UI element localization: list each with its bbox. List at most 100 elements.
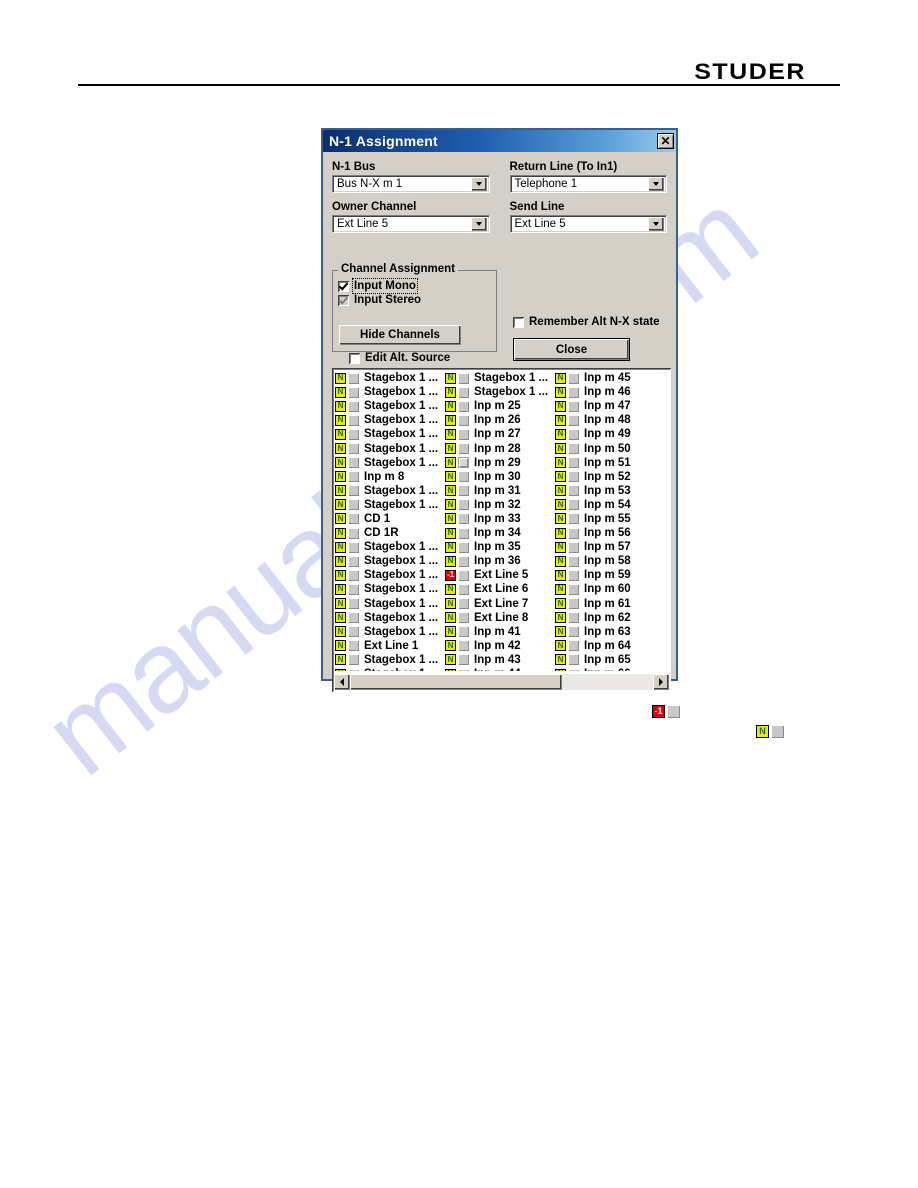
list-item[interactable]: N Inp m 26 xyxy=(445,413,555,427)
n-badge-icon[interactable]: N xyxy=(335,527,346,539)
n-badge-icon[interactable]: N xyxy=(445,457,456,469)
list-item[interactable]: N Inp m 49 xyxy=(555,427,665,441)
edit-alt-source-checkbox[interactable] xyxy=(349,352,360,364)
alt-source-box-icon[interactable] xyxy=(458,485,469,497)
alt-source-box-icon[interactable] xyxy=(458,414,469,426)
list-item[interactable]: N Inp m 54 xyxy=(555,498,665,512)
n-badge-icon[interactable]: N xyxy=(555,499,566,511)
n-badge-icon[interactable]: N xyxy=(555,386,566,398)
alt-source-box-icon[interactable] xyxy=(458,513,469,525)
alt-source-box-icon[interactable] xyxy=(568,499,579,511)
alt-source-box-icon[interactable] xyxy=(458,654,469,666)
alt-source-box-icon[interactable] xyxy=(348,640,359,652)
n-badge-icon[interactable]: N xyxy=(335,640,346,652)
alt-source-box-icon[interactable] xyxy=(458,583,469,595)
list-item[interactable]: N Inp m 55 xyxy=(555,512,665,526)
input-stereo-checkbox[interactable] xyxy=(338,294,349,306)
return-line-select[interactable]: Telephone 1 xyxy=(509,175,667,193)
alt-source-box-icon[interactable] xyxy=(568,654,579,666)
alt-source-box-icon[interactable] xyxy=(348,443,359,455)
n-badge-icon[interactable]: N xyxy=(335,471,346,483)
alt-source-box-icon[interactable] xyxy=(568,612,579,624)
list-item[interactable]: N Inp m 57 xyxy=(555,540,665,554)
list-item[interactable]: N Ext Line 6 xyxy=(445,582,555,596)
list-item[interactable]: N Inp m 50 xyxy=(555,441,665,455)
list-item[interactable]: N Inp m 51 xyxy=(555,456,665,470)
list-item[interactable]: N Stagebox 1 ... xyxy=(335,540,445,554)
alt-source-box-icon[interactable] xyxy=(568,555,579,567)
n-badge-icon[interactable]: N xyxy=(555,457,566,469)
alt-source-box-icon[interactable] xyxy=(568,414,579,426)
n-badge-icon[interactable]: N xyxy=(335,654,346,666)
n-badge-icon[interactable]: N xyxy=(445,400,456,412)
alt-source-box-icon[interactable] xyxy=(458,555,469,567)
alt-source-box-icon[interactable] xyxy=(348,414,359,426)
alt-source-box-icon[interactable] xyxy=(568,668,579,671)
n-badge-icon[interactable]: N xyxy=(445,541,456,553)
alt-source-box-icon[interactable] xyxy=(458,668,469,671)
alt-source-box-icon[interactable] xyxy=(348,372,359,384)
alt-source-box-icon[interactable] xyxy=(348,471,359,483)
list-item[interactable]: N Inp m 59 xyxy=(555,568,665,582)
alt-source-box-icon[interactable] xyxy=(348,386,359,398)
alt-source-box-icon[interactable] xyxy=(568,386,579,398)
n-badge-icon[interactable]: N xyxy=(335,372,346,384)
list-item[interactable]: N Inp m 43 xyxy=(445,653,555,667)
scroll-right-icon[interactable] xyxy=(653,674,669,690)
list-item[interactable]: N Inp m 48 xyxy=(555,413,665,427)
list-item[interactable]: N Stagebox 1 ... xyxy=(335,568,445,582)
n-badge-icon[interactable]: N xyxy=(445,640,456,652)
list-item[interactable]: N Inp m 36 xyxy=(445,554,555,568)
n-badge-icon[interactable]: N xyxy=(445,372,456,384)
alt-source-box-icon[interactable] xyxy=(568,428,579,440)
alt-source-box-icon[interactable] xyxy=(348,428,359,440)
alt-source-box-icon[interactable] xyxy=(458,626,469,638)
alt-source-box-icon[interactable] xyxy=(568,640,579,652)
remember-alt-row[interactable]: Remember Alt N-X state xyxy=(513,316,660,328)
chevron-down-icon[interactable] xyxy=(470,177,487,191)
n-badge-icon[interactable]: N xyxy=(445,428,456,440)
list-item[interactable]: N Stagebox 1 ... xyxy=(445,371,555,385)
scrollbar-thumb[interactable] xyxy=(350,674,563,690)
list-item[interactable]: N Inp m 33 xyxy=(445,512,555,526)
list-item[interactable]: N Inp m 65 xyxy=(555,653,665,667)
list-item[interactable]: N Inp m 29 xyxy=(445,456,555,470)
n-badge-icon[interactable]: N xyxy=(555,372,566,384)
list-item[interactable]: N Stagebox 1 ... xyxy=(335,441,445,455)
list-item[interactable]: N Inp m 35 xyxy=(445,540,555,554)
close-button[interactable]: Close xyxy=(513,338,630,361)
n-badge-icon[interactable]: N xyxy=(445,386,456,398)
alt-source-box-icon[interactable] xyxy=(568,527,579,539)
n-badge-icon[interactable]: N xyxy=(555,414,566,426)
alt-source-box-icon[interactable] xyxy=(568,541,579,553)
alt-source-box-icon[interactable] xyxy=(348,400,359,412)
alt-source-box-icon[interactable] xyxy=(458,527,469,539)
alt-source-box-icon[interactable] xyxy=(348,485,359,497)
n-badge-icon[interactable]: N xyxy=(445,414,456,426)
alt-source-box-icon[interactable] xyxy=(568,443,579,455)
list-item[interactable]: N Stagebox 1 ... xyxy=(335,371,445,385)
n-badge-icon[interactable]: N xyxy=(445,668,456,671)
n-badge-icon[interactable]: N xyxy=(555,569,566,581)
list-item[interactable]: N Ext Line 7 xyxy=(445,597,555,611)
list-item[interactable]: N Stagebox 1 ... xyxy=(335,554,445,568)
n-badge-icon[interactable]: N xyxy=(335,569,346,581)
alt-source-box-icon[interactable] xyxy=(458,499,469,511)
n-badge-icon[interactable]: N xyxy=(555,527,566,539)
n-badge-icon[interactable]: N xyxy=(555,555,566,567)
list-item[interactable]: N Inp m 34 xyxy=(445,526,555,540)
n-badge-icon[interactable]: N xyxy=(555,583,566,595)
alt-source-box-icon[interactable] xyxy=(348,513,359,525)
minus-one-badge-icon[interactable]: -1 xyxy=(445,569,456,581)
input-stereo-row[interactable]: Input Stereo xyxy=(338,294,496,306)
n-badge-icon[interactable]: N xyxy=(445,612,456,624)
alt-source-box-icon[interactable] xyxy=(458,541,469,553)
alt-source-box-icon[interactable] xyxy=(348,527,359,539)
alt-source-box-icon[interactable] xyxy=(348,668,359,671)
n-badge-icon[interactable]: N xyxy=(555,485,566,497)
n1-bus-select[interactable]: Bus N-X m 1 xyxy=(332,175,490,193)
alt-source-box-icon[interactable] xyxy=(568,400,579,412)
scrollbar-track[interactable] xyxy=(350,674,653,690)
n-badge-icon[interactable]: N xyxy=(335,443,346,455)
n-badge-icon[interactable]: N xyxy=(555,598,566,610)
